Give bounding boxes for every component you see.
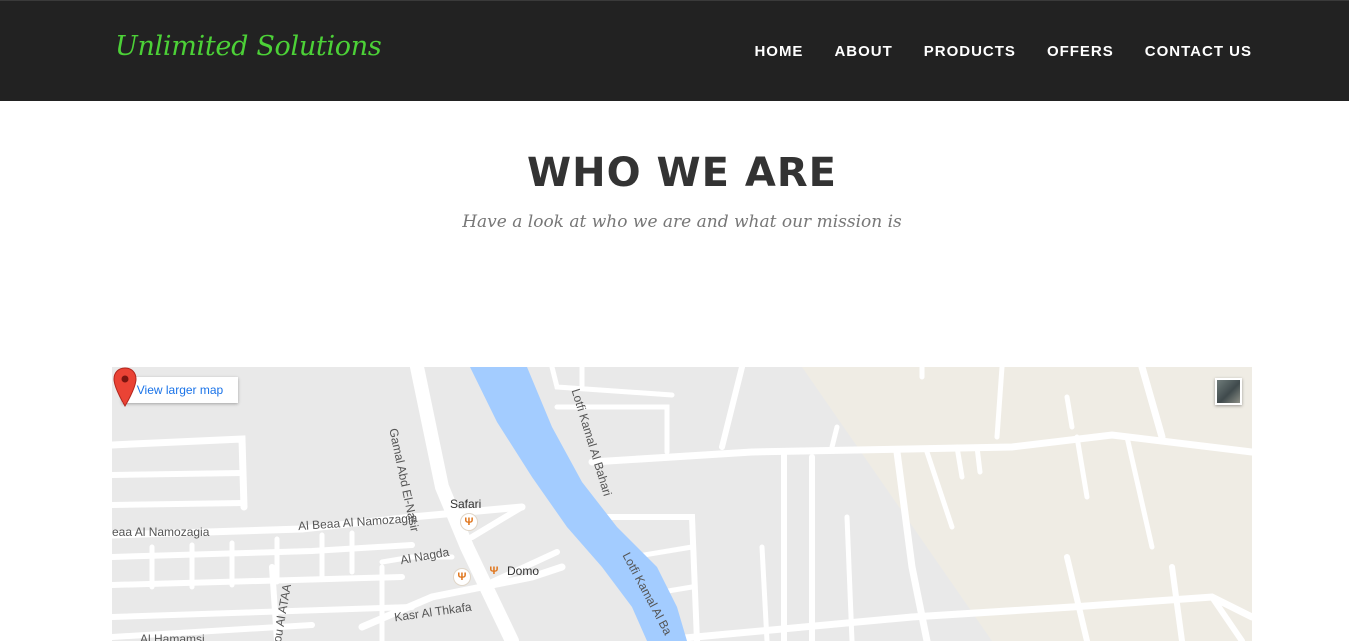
restaurant-icon[interactable]: Ψ: [486, 563, 502, 579]
view-larger-map-link[interactable]: View larger map: [122, 377, 238, 403]
nav-item-offers: OFFERS: [1047, 43, 1114, 61]
nav-link-about[interactable]: ABOUT: [834, 43, 892, 60]
nav-link-contact[interactable]: CONTACT US: [1145, 43, 1252, 60]
navbar: Unlimited Solutions HOME ABOUT PRODUCTS …: [0, 0, 1349, 101]
street-label-eaa: eaa Al Namozagia: [112, 525, 210, 539]
nav-link-products[interactable]: PRODUCTS: [924, 43, 1016, 60]
poi-label-domo[interactable]: Domo: [507, 564, 539, 578]
nav-link-home[interactable]: HOME: [754, 43, 803, 60]
restaurant-icon[interactable]: Ψ: [454, 569, 470, 585]
nav-item-home: HOME: [754, 43, 803, 61]
nav-menu: HOME ABOUT PRODUCTS OFFERS CONTACT US: [754, 43, 1252, 61]
embedded-map[interactable]: View larger map Gamal Abd El-Nasir Lotfi…: [112, 367, 1252, 641]
satellite-toggle-thumbnail[interactable]: [1215, 378, 1242, 405]
poi-label-safari[interactable]: Safari: [450, 497, 481, 511]
nav-item-about: ABOUT: [834, 43, 892, 61]
section-subtitle: Have a look at who we are and what our m…: [462, 212, 902, 232]
restaurant-icon[interactable]: Ψ: [461, 514, 477, 530]
nav-item-contact: CONTACT US: [1145, 43, 1252, 61]
nav-item-products: PRODUCTS: [924, 43, 1016, 61]
map-pin-icon[interactable]: [112, 367, 138, 407]
section-title: WHO WE ARE: [527, 150, 837, 196]
street-label-hamamsi: Al Hamamsi: [140, 632, 205, 641]
brand-logo[interactable]: Unlimited Solutions: [115, 31, 382, 62]
nav-link-offers[interactable]: OFFERS: [1047, 43, 1114, 60]
